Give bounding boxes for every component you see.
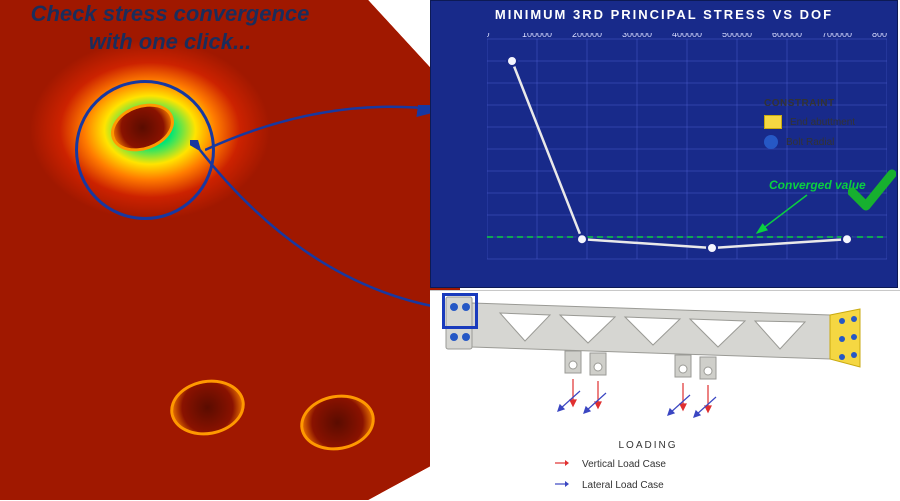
annotation-arrow-2 (190, 140, 460, 320)
chart-data-point (577, 234, 587, 244)
headline-line1: Check stress convergence (31, 1, 310, 26)
headline-text: Check stress convergence with one click.… (0, 0, 340, 55)
svg-text:500000: 500000 (722, 33, 752, 39)
headline-line2: with one click... (89, 29, 252, 54)
svg-text:400000: 400000 (672, 33, 702, 39)
abutment-swatch (764, 115, 782, 129)
svg-text:700000: 700000 (822, 33, 852, 39)
svg-text:200000: 200000 (572, 33, 602, 39)
chart-title: MINIMUM 3RD PRINCIPAL STRESS VS DOF (431, 1, 897, 28)
loading-legend: LOADING Vertical Load Case Lateral Load … (548, 440, 748, 499)
vertical-arrow-icon (548, 457, 574, 472)
svg-text:600000: 600000 (772, 33, 802, 39)
chart-data-point (842, 234, 852, 244)
bolt-swatch (764, 135, 778, 149)
chart-data-point (507, 56, 517, 66)
end-abutment-label: End abuttment (790, 117, 855, 128)
chart-data-point (707, 243, 717, 253)
chart-plot-area: -36800-37000-37200-37400-37600-37800-380… (487, 33, 887, 279)
svg-text:0: 0 (487, 33, 490, 39)
svg-text:300000: 300000 (622, 33, 652, 39)
loading-legend-title: LOADING (548, 440, 748, 451)
bolt-radial-label: Bolt Radial (786, 137, 834, 148)
lateral-load-label: Lateral Load Case (582, 480, 664, 491)
legend-row: Bolt Radial (764, 135, 894, 149)
legend-row: Lateral Load Case (548, 478, 748, 493)
legend-row: End abuttment (764, 115, 894, 129)
svg-text:800000: 800000 (872, 33, 887, 39)
checkmark-icon (848, 166, 896, 214)
lateral-arrow-icon (548, 478, 574, 493)
svg-text:100000: 100000 (522, 33, 552, 39)
vertical-load-label: Vertical Load Case (582, 459, 666, 470)
legend-row: Vertical Load Case (548, 457, 748, 472)
highlight-rectangle (442, 293, 478, 329)
constraint-legend: CONSTRAINT End abuttment Bolt Radial (764, 98, 894, 155)
constraint-legend-title: CONSTRAINT (764, 98, 894, 109)
